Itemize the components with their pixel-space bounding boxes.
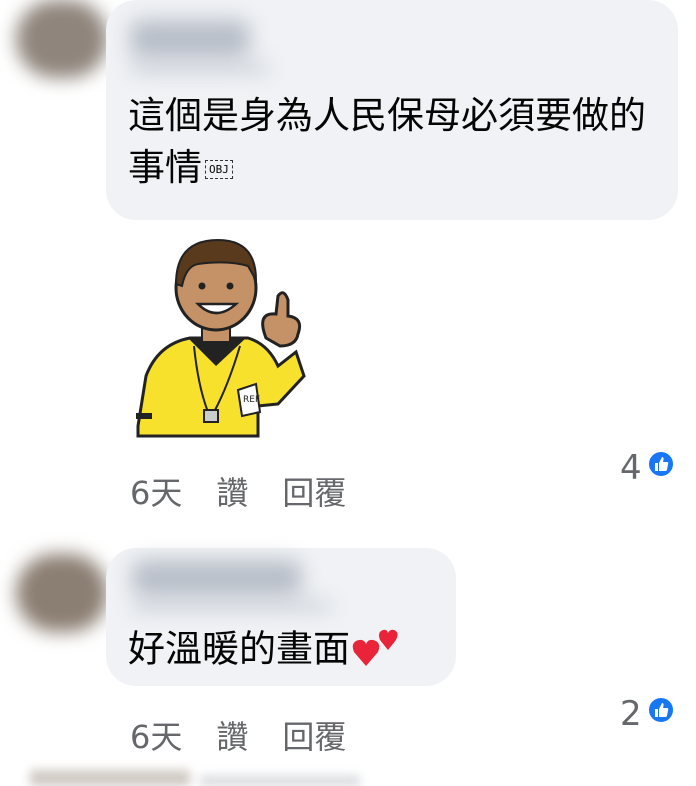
reaction-count: 4 xyxy=(620,448,642,488)
comment-actions: 6天 讚 回覆 xyxy=(130,468,346,514)
avatar[interactable] xyxy=(16,0,108,78)
comment-time[interactable]: 6天 xyxy=(130,712,182,758)
reaction-count: 2 xyxy=(620,694,642,734)
referee-thumbs-up-sticker: REF xyxy=(128,226,308,446)
next-comment-avatar-partial xyxy=(30,770,190,786)
like-button[interactable]: 讚 xyxy=(216,468,248,514)
like-button[interactable]: 讚 xyxy=(216,712,248,758)
next-comment-name-partial xyxy=(200,776,360,786)
comment-text: 好溫暖的畫面 xyxy=(128,620,402,682)
reply-button[interactable]: 回覆 xyxy=(282,712,346,758)
two-hearts-emoji xyxy=(352,620,402,682)
comment-text: 這個是身為人民保母必須要做的事情 OBJ xyxy=(128,94,646,189)
commenter-subtitle-blurred xyxy=(132,600,332,612)
like-thumb-icon xyxy=(646,694,676,734)
commenter-subtitle-blurred xyxy=(130,62,270,74)
commenter-name-blurred[interactable] xyxy=(130,20,250,58)
reaction-summary[interactable]: 4 xyxy=(620,448,676,488)
like-thumb-icon xyxy=(646,448,676,488)
avatar[interactable] xyxy=(16,554,108,632)
reaction-summary[interactable]: 2 xyxy=(620,694,676,734)
comment-time[interactable]: 6天 xyxy=(130,468,182,514)
reply-button[interactable]: 回覆 xyxy=(282,468,346,514)
sticker-badge-text: REF xyxy=(243,395,260,405)
comment-actions: 6天 讚 回覆 xyxy=(130,712,346,758)
obj-placeholder-icon: OBJ xyxy=(205,160,233,179)
commenter-name-blurred[interactable] xyxy=(132,560,302,596)
